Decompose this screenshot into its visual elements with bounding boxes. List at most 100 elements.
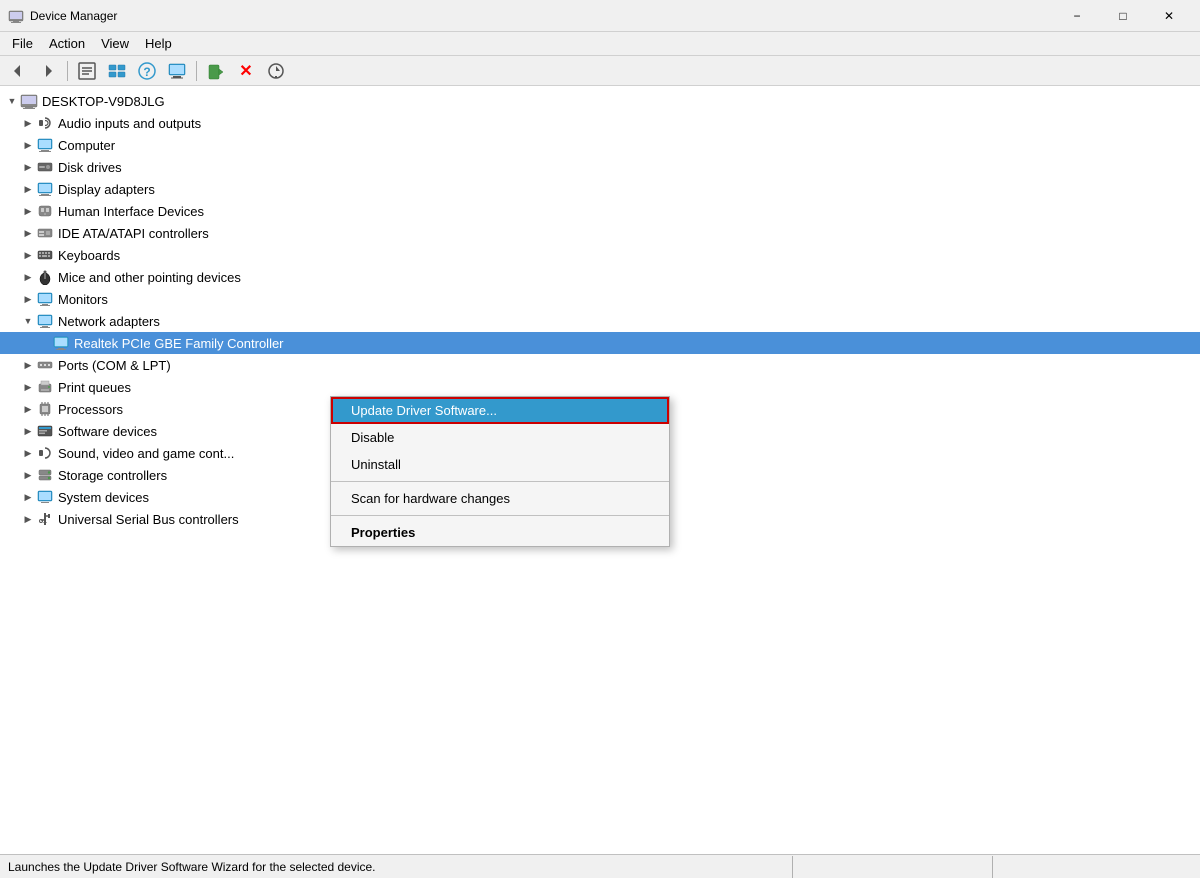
status-section-2 (992, 856, 1192, 878)
ide-toggle[interactable]: ▶ (20, 225, 36, 241)
storage-icon (36, 466, 54, 484)
realtek-icon (52, 334, 70, 352)
menu-view[interactable]: View (93, 34, 137, 53)
tree-item-mice[interactable]: ▶ Mice and other pointing devices (0, 266, 1200, 288)
mouse-icon (36, 268, 54, 286)
sound-label: Sound, video and game cont... (58, 446, 234, 461)
ports-toggle[interactable]: ▶ (20, 357, 36, 373)
sound-toggle[interactable]: ▶ (20, 445, 36, 461)
tree-item-monitors[interactable]: ▶ Monitors (0, 288, 1200, 310)
print-label: Print queues (58, 380, 131, 395)
window-controls: − □ ✕ (1054, 0, 1192, 32)
menu-bar: File Action View Help (0, 32, 1200, 56)
hid-icon (36, 202, 54, 220)
properties-label: Properties (351, 525, 415, 540)
audio-label: Audio inputs and outputs (58, 116, 201, 131)
software-label: Software devices (58, 424, 157, 439)
ports-icon (36, 356, 54, 374)
toolbar-sep-1 (67, 61, 68, 81)
audio-toggle[interactable]: ▶ (20, 115, 36, 131)
scan-label: Scan for hardware changes (351, 491, 510, 506)
tree-item-hid[interactable]: ▶ Human Interface Devices (0, 200, 1200, 222)
storage-toggle[interactable]: ▶ (20, 467, 36, 483)
computer-label: Computer (58, 138, 115, 153)
context-properties[interactable]: Properties (331, 519, 669, 546)
main-content: ▼ DESKTOP-V9D8JLG ▶ Audio (0, 86, 1200, 854)
tree-item-keyboard[interactable]: ▶ Keyboards (0, 244, 1200, 266)
disk-icon (36, 158, 54, 176)
update-driver-button[interactable] (202, 59, 230, 83)
computer-toggle[interactable]: ▶ (20, 137, 36, 153)
display-toggle[interactable]: ▶ (20, 181, 36, 197)
ide-icon (36, 224, 54, 242)
mice-toggle[interactable]: ▶ (20, 269, 36, 285)
tree-root[interactable]: ▼ DESKTOP-V9D8JLG (0, 90, 1200, 112)
realtek-toggle (36, 335, 52, 351)
usb-toggle[interactable]: ▶ (20, 511, 36, 527)
context-sep-2 (331, 515, 669, 516)
menu-file[interactable]: File (4, 34, 41, 53)
context-scan[interactable]: Scan for hardware changes (331, 485, 669, 512)
ports-label: Ports (COM & LPT) (58, 358, 171, 373)
system-label: System devices (58, 490, 149, 505)
software-toggle[interactable]: ▶ (20, 423, 36, 439)
monitors-label: Monitors (58, 292, 108, 307)
network-label: Network adapters (58, 314, 160, 329)
processor-toggle[interactable]: ▶ (20, 401, 36, 417)
sound-icon (36, 444, 54, 462)
properties-button[interactable] (73, 59, 101, 83)
tree-item-audio[interactable]: ▶ Audio inputs and outputs (0, 112, 1200, 134)
uninstall-button[interactable]: ✕ (232, 59, 260, 83)
tree-item-realtek[interactable]: Realtek PCIe GBE Family Controller (0, 332, 1200, 354)
tree-item-print[interactable]: ▶ Print queues (0, 376, 1200, 398)
minimize-button[interactable]: − (1054, 0, 1100, 32)
usb-icon (36, 510, 54, 528)
back-button[interactable] (4, 59, 32, 83)
processor-label: Processors (58, 402, 123, 417)
uninstall-label: Uninstall (351, 457, 401, 472)
print-toggle[interactable]: ▶ (20, 379, 36, 395)
tree-item-ports[interactable]: ▶ Ports (COM & LPT) (0, 354, 1200, 376)
svg-text:?: ? (143, 65, 150, 79)
maximize-button[interactable]: □ (1100, 0, 1146, 32)
hid-label: Human Interface Devices (58, 204, 204, 219)
keyboard-toggle[interactable]: ▶ (20, 247, 36, 263)
forward-button[interactable] (34, 59, 62, 83)
status-section-1 (792, 856, 992, 878)
status-bar: Launches the Update Driver Software Wiza… (0, 854, 1200, 878)
network-icon (36, 312, 54, 330)
tree-item-network[interactable]: ▼ Network adapters (0, 310, 1200, 332)
tree-item-disk[interactable]: ▶ Disk drives (0, 156, 1200, 178)
context-disable[interactable]: Disable (331, 424, 669, 451)
monitor-icon (36, 290, 54, 308)
hid-toggle[interactable]: ▶ (20, 203, 36, 219)
status-right (792, 856, 1192, 878)
help-button[interactable]: ? (133, 59, 161, 83)
computer-icon-button[interactable] (163, 59, 191, 83)
print-icon (36, 378, 54, 396)
disk-label: Disk drives (58, 160, 122, 175)
show-hidden-button[interactable] (103, 59, 131, 83)
system-toggle[interactable]: ▶ (20, 489, 36, 505)
software-icon (36, 422, 54, 440)
context-uninstall[interactable]: Uninstall (331, 451, 669, 478)
disk-toggle[interactable]: ▶ (20, 159, 36, 175)
context-update-driver[interactable]: Update Driver Software... (331, 397, 669, 424)
root-toggle[interactable]: ▼ (4, 93, 20, 109)
keyboard-icon (36, 246, 54, 264)
scan-hardware-button[interactable] (262, 59, 290, 83)
computer-icon (36, 136, 54, 154)
menu-action[interactable]: Action (41, 34, 93, 53)
status-text: Launches the Update Driver Software Wiza… (8, 860, 792, 874)
tree-item-display[interactable]: ▶ Display adapters (0, 178, 1200, 200)
network-toggle[interactable]: ▼ (20, 313, 36, 329)
toolbar-sep-2 (196, 61, 197, 81)
menu-help[interactable]: Help (137, 34, 180, 53)
root-label: DESKTOP-V9D8JLG (42, 94, 165, 109)
close-button[interactable]: ✕ (1146, 0, 1192, 32)
system-icon (36, 488, 54, 506)
tree-item-computer[interactable]: ▶ Computer (0, 134, 1200, 156)
tree-item-ide[interactable]: ▶ IDE ATA/ATAPI controllers (0, 222, 1200, 244)
monitors-toggle[interactable]: ▶ (20, 291, 36, 307)
window-title: Device Manager (30, 9, 1054, 23)
